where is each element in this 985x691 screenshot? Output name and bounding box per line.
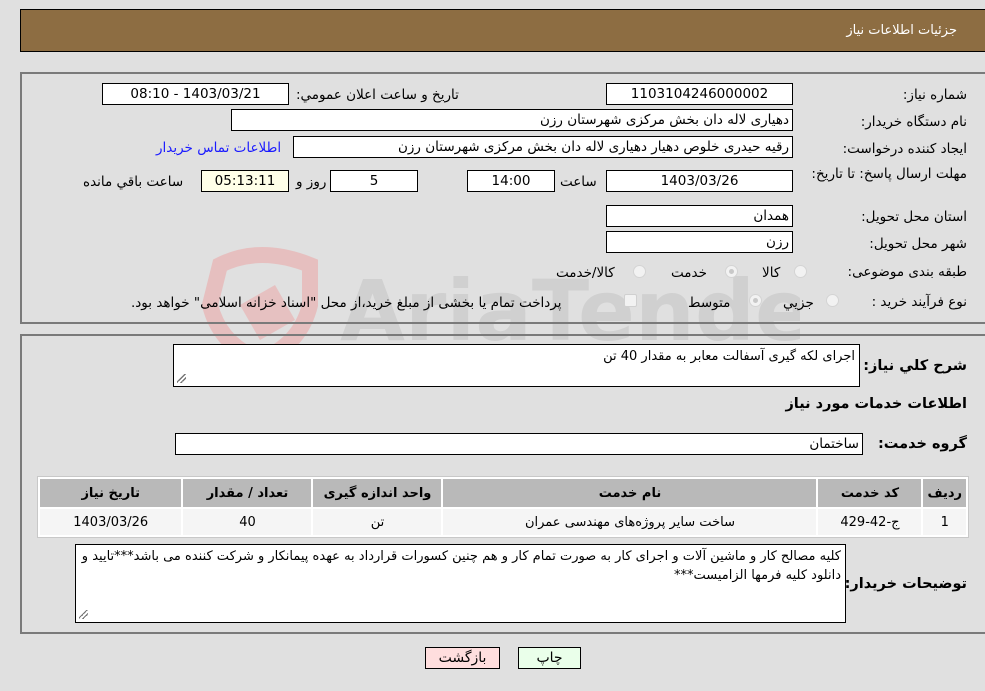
category-radio-goods-service[interactable] xyxy=(633,265,646,278)
deadline-date-field: 1403/03/26 xyxy=(606,170,793,192)
resize-grip-icon[interactable] xyxy=(79,610,88,619)
buyer-contact-link[interactable]: اطلاعات تماس خریدار xyxy=(156,140,281,156)
city-label: شهر محل تحویل: xyxy=(869,236,967,252)
process-radio-medium[interactable] xyxy=(749,294,762,307)
category-option-service: خدمت xyxy=(671,265,707,281)
process-option-medium: متوسط xyxy=(688,295,731,311)
process-radio-minor[interactable] xyxy=(826,294,839,307)
buyer-notes-label: توضیحات خریدار: xyxy=(844,576,967,592)
col-row-number: ردیف xyxy=(923,479,966,507)
province-label: استان محل تحویل: xyxy=(861,209,967,225)
city-field: رزن xyxy=(606,231,793,253)
description-text: اجرای لکه گیری آسفالت معابر به مقدار 40 … xyxy=(603,349,855,364)
col-service-name: نام خدمت xyxy=(443,479,817,507)
table-header-row: ردیف کد خدمت نام خدمت واحد اندازه گیری ت… xyxy=(40,479,966,507)
buyer-org-field: دهیاری لاله دان بخش مرکزی شهرستان رزن xyxy=(231,109,793,131)
buyer-notes-text: کلیه مصالح کار و ماشین آلات و اجرای کار … xyxy=(81,549,841,583)
cell-unit: تن xyxy=(313,509,442,535)
process-option-minor: جزيي xyxy=(783,295,814,311)
table-row: 1 ج-42-429 ساخت سایر پروژه‌های مهندسی عم… xyxy=(40,509,966,535)
province-field: همدان xyxy=(606,205,793,227)
cell-service-name: ساخت سایر پروژه‌های مهندسی عمران xyxy=(443,509,817,535)
remaining-time-field: 05:13:11 xyxy=(201,170,289,192)
description-textarea[interactable]: اجرای لکه گیری آسفالت معابر به مقدار 40 … xyxy=(173,344,860,387)
treasury-checkbox[interactable] xyxy=(624,294,637,307)
col-service-code: کد خدمت xyxy=(818,479,922,507)
deadline-time-label: ساعت xyxy=(560,174,597,190)
deadline-time-field: 14:00 xyxy=(467,170,555,192)
days-label: روز و xyxy=(296,174,327,190)
cell-row-number: 1 xyxy=(923,509,966,535)
page-title: جزئیات اطلاعات نیاز xyxy=(846,23,957,38)
resize-grip-icon[interactable] xyxy=(177,374,186,383)
process-type-label: نوع فرآیند خرید : xyxy=(871,294,967,310)
buyer-notes-textarea[interactable]: کلیه مصالح کار و ماشین آلات و اجرای کار … xyxy=(75,544,846,623)
need-number-field: 1103104246000002 xyxy=(606,83,793,105)
cell-need-date: 1403/03/26 xyxy=(40,509,182,535)
services-table: ردیف کد خدمت نام خدمت واحد اندازه گیری ت… xyxy=(37,476,969,538)
back-button[interactable]: بازگشت xyxy=(425,647,500,669)
creator-field: رقیه حیدری خلوص دهیار دهیاری لاله دان بخ… xyxy=(293,136,793,158)
print-button[interactable]: چاپ xyxy=(518,647,581,669)
cell-quantity: 40 xyxy=(183,509,312,535)
announce-datetime-field: 1403/03/21 - 08:10 xyxy=(102,83,289,105)
service-group-label: گروه خدمت: xyxy=(877,436,967,452)
buyer-org-label: نام دستگاه خریدار: xyxy=(860,114,967,130)
category-radio-service[interactable] xyxy=(725,265,738,278)
creator-label: ایجاد کننده درخواست: xyxy=(842,141,967,157)
services-heading: اطلاعات خدمات مورد نیاز xyxy=(785,396,967,412)
remaining-time-label: ساعت باقي مانده xyxy=(83,174,184,190)
col-unit: واحد اندازه گیری xyxy=(313,479,442,507)
deadline-label: مهلت ارسال پاسخ: تا تاریخ: xyxy=(811,166,967,182)
days-remaining-field: 5 xyxy=(330,170,418,192)
announce-label: تاریخ و ساعت اعلان عمومي: xyxy=(296,87,459,103)
page-header: جزئیات اطلاعات نیاز xyxy=(20,9,985,52)
col-quantity: تعداد / مقدار xyxy=(183,479,312,507)
cell-service-code: ج-42-429 xyxy=(818,509,922,535)
category-option-goods-service: کالا/خدمت xyxy=(556,265,615,281)
need-number-label: شماره نیاز: xyxy=(902,87,967,103)
category-label: طبقه بندی موضوعی: xyxy=(847,264,967,280)
col-need-date: تاریخ نیاز xyxy=(40,479,182,507)
category-option-goods: کالا xyxy=(762,265,781,281)
description-label: شرح کلي نیاز: xyxy=(863,358,967,374)
category-radio-goods[interactable] xyxy=(794,265,807,278)
service-group-field: ساختمان xyxy=(175,433,863,455)
treasury-note: پرداخت تمام یا بخشی از مبلغ خرید،از محل … xyxy=(131,295,562,311)
